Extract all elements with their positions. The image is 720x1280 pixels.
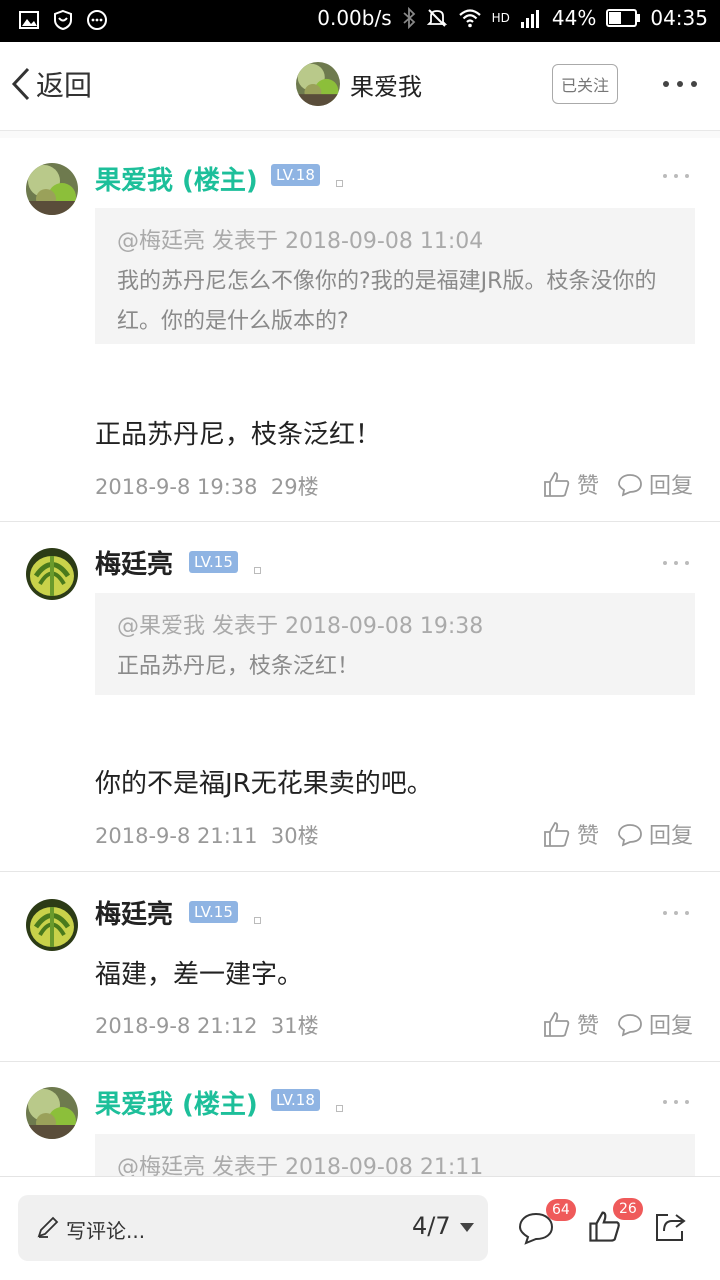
thumbs-up-icon [544,822,570,847]
reply-button[interactable]: 回复 [617,468,693,500]
level-badge: LV.18 [271,1089,320,1111]
reply-label: 回复 [649,1014,694,1039]
clock: 04:35 [650,6,708,30]
wifi-icon [458,9,481,28]
nav-bar: 返回 果爱我 已关注 [0,42,720,128]
list-item: 梅廷亮 LV.15 福建，差一建字。 2018-9-8 21:12 31楼 赞 … [0,872,720,1062]
more-icon[interactable] [662,909,690,917]
battery-icon [606,9,641,27]
comment-count-badge: 64 [546,1199,576,1221]
bottom-bar: 写评论... 4/7 64 26 [0,1176,720,1280]
more-icon[interactable] [662,559,690,567]
level-badge: LV.15 [189,901,238,923]
floor-number: 31楼 [270,1014,319,1038]
reply-button[interactable]: 回复 [617,1008,693,1040]
chevron-left-icon [11,67,30,101]
nav-user[interactable]: 果爱我 [296,62,422,106]
comment-icon [618,474,642,497]
badge-icon [254,567,261,574]
post-meta: 2018-9-8 21:11 30楼 [95,820,319,850]
username[interactable]: 梅廷亮 [95,544,173,581]
divider [0,130,720,138]
post-time: 2018-9-8 21:12 [95,1014,258,1038]
post-time: 2018-9-8 19:38 [95,475,258,499]
username[interactable]: 果爱我 (楼主) [95,160,258,197]
like-button[interactable]: 赞 [543,818,599,850]
nav-title: 果爱我 [350,72,422,101]
comment-placeholder: 写评论... [66,1219,146,1243]
quote-body: 正品苏丹尼，枝条泛红！ [117,654,360,679]
comment-icon [618,824,642,847]
like-label: 赞 [577,824,600,849]
avatar[interactable] [26,1087,78,1139]
list-item: 果爱我 (楼主) LV.18 @梅廷亮 发表于 2018-09-08 11:04… [0,138,720,522]
post-meta: 2018-9-8 19:38 29楼 [95,471,319,501]
reply-button[interactable]: 回复 [617,818,693,850]
image-icon [19,11,39,29]
page-indicator[interactable]: 4/7 [412,1212,451,1240]
reply-label: 回复 [649,824,694,849]
badge-icon [336,180,343,187]
reply-label: 回复 [649,474,694,499]
status-bar: 0.00b/s HD 44% 04:35 [0,0,720,42]
share-icon [656,1214,686,1241]
share-button[interactable] [654,1211,688,1247]
post-text: 你的不是福JR无花果卖的吧。 [95,769,433,799]
more-icon[interactable] [662,172,690,180]
avatar[interactable] [26,548,78,600]
floor-number: 30楼 [270,824,319,848]
quote-block[interactable]: @梅廷亮 发表于 2018-09-08 11:04 我的苏丹尼怎么不像你的?我的… [95,208,695,344]
signal-icon [520,10,539,28]
quote-block[interactable]: @果爱我 发表于 2018-09-08 19:38 正品苏丹尼，枝条泛红！ [95,593,695,695]
hd-label: HD [491,11,510,25]
username[interactable]: 果爱我 (楼主) [95,1084,258,1121]
back-label: 返回 [36,69,93,102]
net-speed: 0.00b/s [317,6,392,30]
post-time: 2018-9-8 21:11 [95,824,258,848]
like-button[interactable]: 赞 [543,468,599,500]
level-badge: LV.18 [271,164,320,186]
quote-body: 我的苏丹尼怎么不像你的?我的是福建JR版。枝条没你的红。你的是什么版本的? [117,269,657,334]
username[interactable]: 梅廷亮 [95,894,173,931]
avatar [296,62,340,106]
quote-header: @果爱我 发表于 2018-09-08 19:38 [117,614,484,639]
caret-down-icon[interactable] [460,1223,474,1233]
bluetooth-icon [403,7,415,29]
dots-circle-icon [87,10,107,30]
like-button[interactable]: 赞 [543,1008,599,1040]
badge-icon [336,1105,343,1112]
battery-percent: 44% [551,6,597,30]
shield-icon [54,9,72,31]
list-item: 果爱我 (楼主) LV.18 @梅廷亮 发表于 2018-09-08 21:11 [0,1062,720,1176]
back-button[interactable]: 返回 [10,64,92,104]
comment-icon [618,1014,642,1037]
pencil-icon [37,1216,59,1238]
post-text: 福建，差一建字。 [95,960,304,990]
comment-input[interactable]: 写评论... 4/7 [18,1195,488,1261]
quote-header: @梅廷亮 发表于 2018-09-08 11:04 [117,229,484,254]
mute-icon [426,9,447,27]
avatar[interactable] [26,163,78,215]
follow-button[interactable]: 已关注 [552,64,618,104]
badge-icon [254,917,261,924]
more-icon[interactable] [662,1098,690,1106]
quote-header: @梅廷亮 发表于 2018-09-08 21:11 [117,1155,484,1176]
quote-block[interactable]: @梅廷亮 发表于 2018-09-08 21:11 [95,1134,695,1176]
avatar[interactable] [26,899,78,951]
post-text: 正品苏丹尼，枝条泛红！ [95,420,382,450]
like-label: 赞 [577,1014,600,1039]
list-item: 梅廷亮 LV.15 @果爱我 发表于 2018-09-08 19:38 正品苏丹… [0,522,720,872]
thumbs-up-icon [544,1012,570,1037]
floor-number: 29楼 [270,475,319,499]
post-meta: 2018-9-8 21:12 31楼 [95,1010,319,1040]
like-label: 赞 [577,474,600,499]
more-icon[interactable] [660,72,700,96]
thumbs-up-icon [544,472,570,497]
like-count-badge: 26 [613,1198,643,1220]
level-badge: LV.15 [189,551,238,573]
